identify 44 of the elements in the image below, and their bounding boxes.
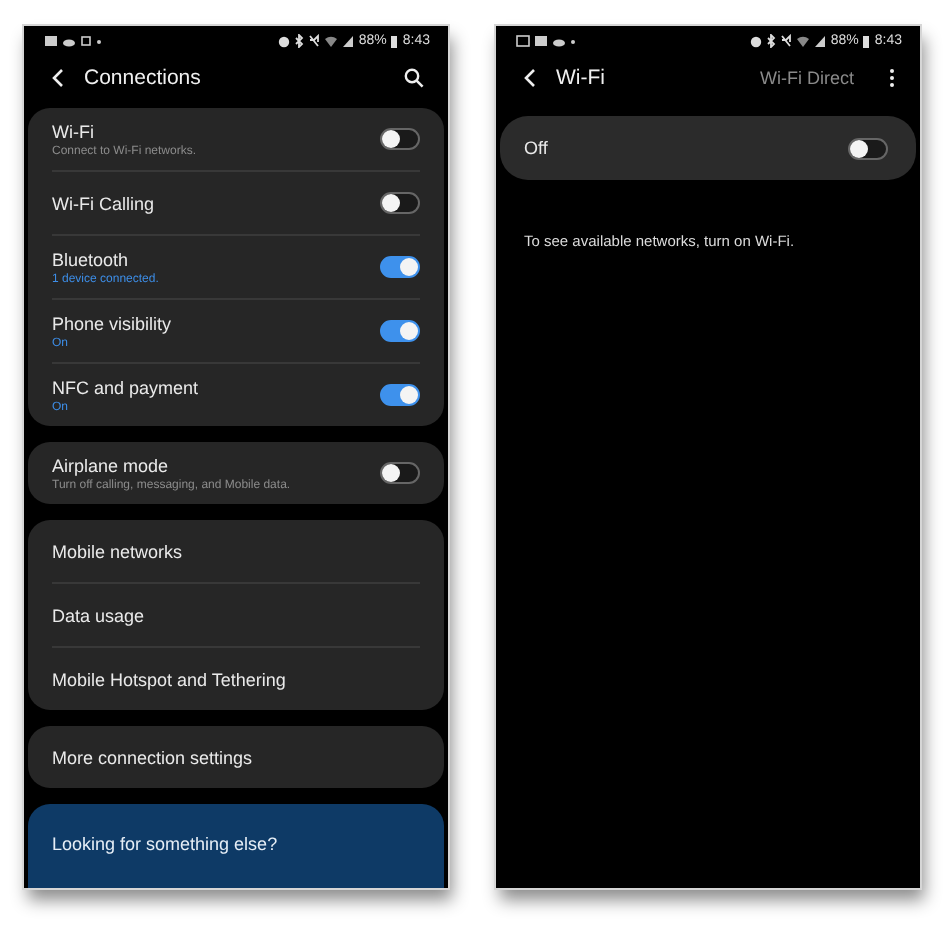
battery-icon [390, 33, 399, 47]
toggle-switch[interactable] [848, 137, 888, 159]
wifi-icon [324, 33, 339, 47]
box-icon [80, 33, 92, 47]
signal-icon [342, 33, 355, 47]
bluetooth-icon [294, 33, 305, 47]
cloud-icon [62, 33, 76, 47]
settings-row[interactable]: Mobile networks [52, 520, 420, 582]
settings-row[interactable]: Wi-Fi Calling [52, 170, 420, 234]
row-label: Mobile Hotspot and Tethering [52, 669, 286, 689]
row-label: NFC and payment [52, 377, 199, 397]
toggle-switch[interactable] [380, 256, 420, 278]
toggle-switch[interactable] [380, 320, 420, 342]
row-label: More connection settings [52, 747, 253, 767]
suggestion-title: Looking for something else? [52, 834, 278, 854]
wifi-direct-link[interactable]: Wi-Fi Direct [760, 68, 854, 88]
image-icon [44, 33, 58, 47]
battery-icon [862, 33, 871, 47]
more-icon [888, 68, 896, 88]
back-icon [522, 68, 538, 88]
search-icon [404, 68, 424, 88]
row-label: Wi-Fi Calling [52, 193, 155, 213]
settings-row[interactable]: More connection settings [52, 726, 420, 788]
toggle-switch[interactable] [380, 462, 420, 484]
row-label: Airplane mode [52, 455, 171, 475]
back-icon [50, 68, 66, 88]
row-label: Data usage [52, 605, 145, 625]
wifi-icon [796, 33, 811, 47]
toggle-switch[interactable] [380, 192, 420, 214]
toggle-switch[interactable] [380, 384, 420, 406]
bluetooth-icon [766, 33, 777, 47]
screen-title: Wi-Fi [556, 66, 605, 90]
row-label: Wi-Fi [52, 121, 96, 141]
switch-label: Off [524, 138, 548, 158]
row-label: Mobile networks [52, 541, 183, 561]
cloud-icon [552, 33, 566, 47]
row-label: Bluetooth [52, 249, 131, 269]
settings-row[interactable]: Data usage [52, 582, 420, 646]
signal-icon [814, 33, 827, 47]
wifi-switch-bar[interactable]: Off [500, 116, 916, 180]
screen-title: Connections [84, 66, 201, 90]
toggle-switch[interactable] [380, 128, 420, 150]
row-label: Phone visibility [52, 313, 172, 333]
settings-row[interactable]: Mobile Hotspot and Tethering [52, 646, 420, 710]
